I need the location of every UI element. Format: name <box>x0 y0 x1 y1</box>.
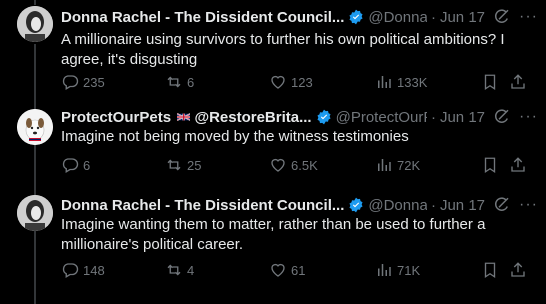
bookmark-button[interactable] <box>481 156 503 174</box>
grok-icon[interactable] <box>493 8 511 26</box>
views-icon <box>378 76 391 88</box>
retweet-count: 25 <box>187 157 202 173</box>
reply-count: 235 <box>83 74 105 90</box>
verified-badge-icon <box>349 197 363 213</box>
handle[interactable]: @Donna_Rac... <box>368 197 427 214</box>
share-icon <box>511 74 525 89</box>
display-name-suffix[interactable]: @RestoreBrita... <box>194 109 311 126</box>
separator-dot: · <box>430 8 436 26</box>
display-name[interactable]: Donna Rachel - The Dissident Council... <box>61 197 344 214</box>
tweet[interactable]: Donna Rachel - The Dissident Council... … <box>0 0 546 100</box>
avatar[interactable] <box>17 195 53 231</box>
reply-button[interactable]: 148 <box>61 261 105 279</box>
handle[interactable]: @Donna_Rac... <box>368 9 427 26</box>
views-button[interactable]: 72K <box>375 156 420 174</box>
tweet[interactable]: Donna Rachel - The Dissident Council... … <box>0 190 546 298</box>
like-count: 6.5K <box>291 157 318 173</box>
action-bar: 148 4 61 71K <box>61 260 532 280</box>
avatar-image <box>17 6 53 42</box>
views-button[interactable]: 133K <box>375 73 427 91</box>
timestamp[interactable]: Jun 17 <box>440 9 485 26</box>
verified-badge-icon <box>317 109 331 125</box>
retweet-count: 4 <box>187 262 195 278</box>
retweet-icon <box>167 76 181 88</box>
display-name[interactable]: ProtectOurPets <box>61 109 171 126</box>
share-button[interactable] <box>509 261 531 279</box>
heart-icon <box>271 263 285 277</box>
views-button[interactable]: 71K <box>375 261 420 279</box>
tweet-header: ProtectOurPets @RestoreBrita... @Protect… <box>61 107 538 127</box>
more-icon[interactable]: ··· <box>519 196 538 214</box>
retweet-button[interactable]: 4 <box>165 261 194 279</box>
like-count: 123 <box>291 74 313 90</box>
tweet-text: A millionaire using survivors to further… <box>61 31 505 68</box>
display-name[interactable]: Donna Rachel - The Dissident Council... <box>61 9 344 26</box>
avatar[interactable] <box>17 6 53 42</box>
tweet-header: Donna Rachel - The Dissident Council... … <box>61 195 538 215</box>
view-count: 71K <box>397 262 421 278</box>
view-count: 133K <box>397 74 428 90</box>
retweet-count: 6 <box>187 74 195 90</box>
avatar-image <box>17 109 53 145</box>
avatar-image <box>17 195 53 231</box>
views-icon <box>378 159 391 171</box>
handle[interactable]: @ProtectOurPet... <box>336 109 427 126</box>
reply-count: 148 <box>83 262 105 278</box>
retweet-icon <box>167 159 181 171</box>
like-button[interactable]: 123 <box>269 73 313 91</box>
uk-flag-icon <box>177 113 191 121</box>
reply-button[interactable]: 235 <box>61 73 105 91</box>
heart-icon <box>271 158 285 172</box>
grok-icon[interactable] <box>493 196 511 214</box>
bookmark-icon <box>484 262 496 279</box>
share-button[interactable] <box>509 156 531 174</box>
separator-dot: · <box>430 108 436 126</box>
tweet[interactable]: ProtectOurPets @RestoreBrita... @Protect… <box>0 100 546 190</box>
views-icon <box>378 264 391 276</box>
reply-count: 6 <box>83 157 91 173</box>
like-button[interactable]: 6.5K <box>269 156 318 174</box>
share-icon <box>511 262 525 277</box>
like-count: 61 <box>291 262 306 278</box>
reply-button[interactable]: 6 <box>61 156 90 174</box>
reply-icon <box>62 263 79 278</box>
retweet-button[interactable]: 6 <box>165 73 194 91</box>
retweet-icon <box>167 264 181 276</box>
like-button[interactable]: 61 <box>269 261 305 279</box>
bookmark-button[interactable] <box>481 261 503 279</box>
bookmark-button[interactable] <box>481 73 503 91</box>
tweet-text: Imagine not being moved by the witness t… <box>61 128 409 145</box>
reply-icon <box>62 158 79 173</box>
bookmark-icon <box>484 74 496 91</box>
more-icon[interactable]: ··· <box>519 8 538 26</box>
bookmark-icon <box>484 157 496 174</box>
share-icon <box>511 157 525 172</box>
tweet-header: Donna Rachel - The Dissident Council... … <box>61 7 538 27</box>
view-count: 72K <box>397 157 421 173</box>
timestamp[interactable]: Jun 17 <box>440 197 485 214</box>
timestamp[interactable]: Jun 17 <box>440 109 485 126</box>
reply-icon <box>62 75 79 90</box>
verified-badge-icon <box>349 9 363 25</box>
heart-icon <box>271 75 285 89</box>
grok-icon[interactable] <box>493 108 511 126</box>
tweet-text: Imagine wanting them to matter, rather t… <box>61 216 486 253</box>
action-bar: 235 6 123 133K <box>61 72 532 92</box>
share-button[interactable] <box>509 73 531 91</box>
avatar[interactable] <box>17 109 53 145</box>
more-icon[interactable]: ··· <box>519 108 538 126</box>
separator-dot: · <box>430 196 436 214</box>
retweet-button[interactable]: 25 <box>165 156 201 174</box>
action-bar: 6 25 6.5K 72K <box>61 155 532 175</box>
